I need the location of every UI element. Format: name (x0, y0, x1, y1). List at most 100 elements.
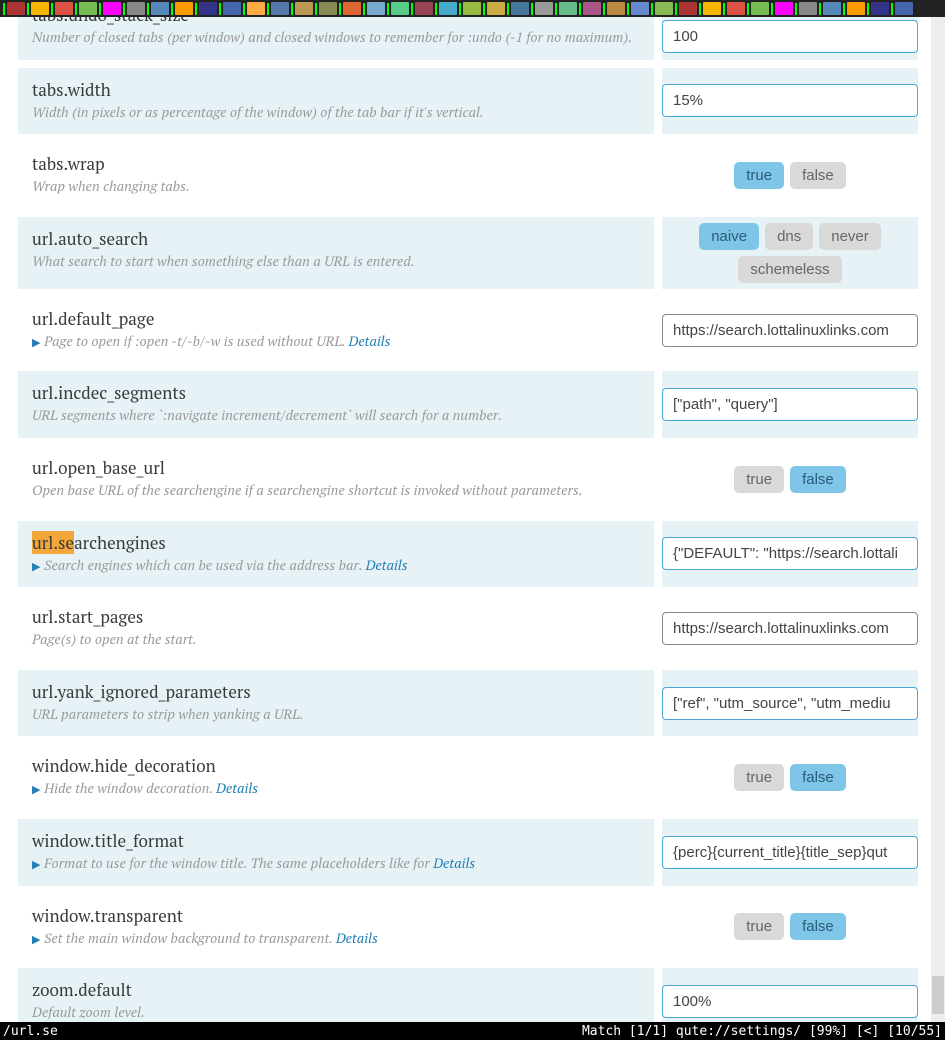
scroll-thumb[interactable] (932, 976, 944, 1014)
setting-name: tabs.wrap (32, 152, 640, 175)
details-link[interactable]: Details (216, 779, 258, 798)
setting-text-input[interactable] (662, 836, 918, 869)
setting-description: ▶Page to open if :open -t/-b/-w is used … (32, 332, 640, 352)
setting-row: tabs.undo_stack_sizeNumber of closed tab… (0, 17, 945, 64)
setting-row: url.open_base_urlOpen base URL of the se… (0, 442, 945, 517)
option-true[interactable]: true (734, 162, 784, 189)
setting-value-box: naivednsnever schemeless (662, 217, 918, 289)
option-group: truefalse (662, 160, 918, 191)
expand-icon[interactable]: ▶ (32, 783, 44, 798)
setting-label-box: url.auto_searchWhat search to start when… (18, 217, 654, 289)
details-link[interactable]: Details (336, 929, 378, 948)
setting-row: zoom.default Default zoom level. (0, 964, 945, 1022)
setting-label-box: tabs.widthWidth (in pixels or as percent… (18, 68, 654, 135)
setting-description: Wrap when changing tabs. (32, 177, 640, 197)
setting-row: window.transparent▶Set the main window b… (0, 890, 945, 965)
setting-label-box: url.yank_ignored_parametersURL parameter… (18, 670, 654, 737)
setting-description: Width (in pixels or as percentage of the… (32, 103, 640, 123)
setting-row: url.yank_ignored_parametersURL parameter… (0, 666, 945, 741)
option-true[interactable]: true (734, 466, 784, 493)
option-naive[interactable]: naive (699, 223, 759, 250)
setting-label-box: tabs.wrapWrap when changing tabs. (18, 142, 654, 209)
setting-value-box (662, 968, 918, 1022)
setting-name: url.searchengines (32, 531, 640, 554)
status-bar: /url.se Match [1/1] qute://settings/ [99… (0, 1022, 945, 1040)
setting-label-box: url.open_base_urlOpen base URL of the se… (18, 446, 654, 513)
setting-text-input[interactable] (662, 388, 918, 421)
setting-text-input[interactable] (662, 687, 918, 720)
status-left: /url.se (3, 1024, 582, 1039)
expand-icon[interactable]: ▶ (32, 560, 44, 575)
setting-name: window.hide_decoration (32, 754, 640, 777)
expand-icon[interactable]: ▶ (32, 858, 44, 873)
setting-name: url.yank_ignored_parameters (32, 680, 640, 703)
setting-text-input[interactable] (662, 20, 918, 53)
setting-name: tabs.width (32, 78, 640, 101)
setting-description: ▶Search engines which can be used via th… (32, 556, 640, 576)
status-right: Match [1/1] qute://settings/ [99%] [<] [… (582, 1024, 942, 1039)
setting-text-input[interactable] (662, 314, 918, 347)
setting-value-box (662, 819, 918, 886)
setting-row: tabs.widthWidth (in pixels or as percent… (0, 64, 945, 139)
option-true[interactable]: true (734, 764, 784, 791)
option-false[interactable]: false (790, 162, 846, 189)
expand-icon[interactable]: ▶ (32, 336, 44, 351)
setting-label-box: url.default_page▶Page to open if :open -… (18, 297, 654, 364)
setting-row: url.start_pagesPage(s) to open at the st… (0, 591, 945, 666)
setting-row: url.incdec_segmentsURL segments where `:… (0, 367, 945, 442)
setting-description: URL segments where `:navigate increment/… (32, 406, 640, 426)
setting-value-box (662, 521, 918, 588)
setting-name: url.open_base_url (32, 456, 640, 479)
setting-row: url.searchengines▶Search engines which c… (0, 517, 945, 592)
expand-icon[interactable]: ▶ (32, 933, 44, 948)
setting-label-box: url.searchengines▶Search engines which c… (18, 521, 654, 588)
setting-row: window.title_format▶Format to use for th… (0, 815, 945, 890)
setting-description: Default zoom level. (32, 1003, 640, 1022)
setting-value-box (662, 371, 918, 438)
search-match-highlight: url.se (32, 531, 74, 554)
setting-text-input[interactable] (662, 537, 918, 570)
setting-value-box (662, 68, 918, 135)
setting-row: url.auto_searchWhat search to start when… (0, 213, 945, 293)
setting-value-box (662, 17, 918, 60)
option-never[interactable]: never (819, 223, 881, 250)
option-group: naivednsnever schemeless (662, 221, 918, 285)
option-group: truefalse (662, 911, 918, 942)
taskbar (0, 0, 945, 17)
setting-name: url.auto_search (32, 227, 640, 250)
setting-value-box (662, 297, 918, 364)
setting-label-box: window.hide_decoration▶Hide the window d… (18, 744, 654, 811)
setting-description: What search to start when something else… (32, 252, 640, 272)
option-dns[interactable]: dns (765, 223, 813, 250)
setting-label-box: tabs.undo_stack_sizeNumber of closed tab… (18, 17, 654, 60)
settings-content: tabs.undo_stack_sizeNumber of closed tab… (0, 17, 945, 1022)
setting-label-box: window.title_format▶Format to use for th… (18, 819, 654, 886)
setting-text-input[interactable] (662, 612, 918, 645)
details-link[interactable]: Details (366, 556, 408, 575)
setting-name: url.incdec_segments (32, 381, 640, 404)
setting-label-box: zoom.default Default zoom level. (18, 968, 654, 1022)
setting-label-box: url.incdec_segmentsURL segments where `:… (18, 371, 654, 438)
option-false[interactable]: false (790, 913, 846, 940)
option-group: truefalse (662, 762, 918, 793)
scrollbar[interactable] (931, 17, 945, 1022)
setting-description: ▶Hide the window decoration. Details (32, 779, 640, 799)
setting-name: zoom.default (32, 978, 640, 1001)
setting-description: Page(s) to open at the start. (32, 630, 640, 650)
option-true[interactable]: true (734, 913, 784, 940)
setting-text-input[interactable] (662, 985, 918, 1018)
option-false[interactable]: false (790, 764, 846, 791)
option-group: truefalse (662, 464, 918, 495)
setting-description: ▶Format to use for the window title. The… (32, 854, 640, 874)
option-schemeless[interactable]: schemeless (738, 256, 841, 283)
setting-name: url.default_page (32, 307, 640, 330)
setting-label-box: url.start_pagesPage(s) to open at the st… (18, 595, 654, 662)
setting-label-box: window.transparent▶Set the main window b… (18, 894, 654, 961)
setting-description: Number of closed tabs (per window) and c… (32, 28, 640, 48)
setting-text-input[interactable] (662, 84, 918, 117)
details-link[interactable]: Details (349, 332, 391, 351)
setting-value-box: truefalse (662, 894, 918, 961)
details-link[interactable]: Details (433, 854, 475, 873)
setting-row: window.hide_decoration▶Hide the window d… (0, 740, 945, 815)
option-false[interactable]: false (790, 466, 846, 493)
